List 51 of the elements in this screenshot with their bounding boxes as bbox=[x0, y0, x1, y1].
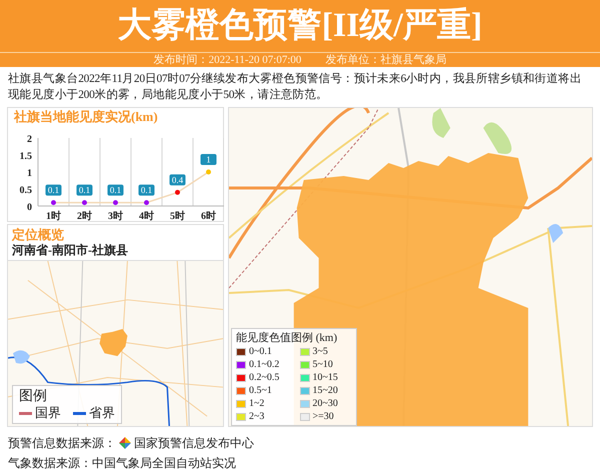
legend-label: 2~3 bbox=[249, 410, 264, 422]
x-tick-label: 1时 bbox=[46, 211, 61, 222]
source-name: 国家预警信息发布中心 bbox=[134, 435, 254, 452]
weather-data-source: 气象数据来源：中国气象局全国自动站实况 bbox=[8, 455, 237, 471]
data-label: 0.4 bbox=[170, 174, 186, 186]
data-point bbox=[175, 190, 180, 195]
data-point bbox=[113, 200, 118, 206]
y-tick-label: 1 bbox=[27, 168, 32, 179]
data-label: 0.1 bbox=[76, 184, 92, 196]
location-title: 定位概览 bbox=[12, 227, 65, 243]
legend-label: 0.5~1 bbox=[249, 384, 272, 396]
legend-label: 0~0.1 bbox=[249, 346, 272, 358]
chart-title: 社旗当地能见度实况(km) bbox=[12, 108, 159, 126]
publisher: 发布单位：社旗县气象局 bbox=[325, 52, 446, 68]
legend-label: 0.2~0.5 bbox=[249, 372, 280, 384]
warning-title: 大雾橙色预警[II级/严重] bbox=[118, 6, 482, 46]
x-tick-label: 3时 bbox=[108, 211, 123, 222]
legend-label: 1~2 bbox=[249, 398, 264, 410]
region-name: 河南省-南阳市-社旗县 bbox=[12, 243, 129, 258]
data-label: 0.1 bbox=[46, 184, 62, 196]
source-label: 预警信息数据来源： bbox=[8, 435, 116, 452]
publish-time: 发布时间：2022-11-20 07:07:00 bbox=[154, 52, 302, 68]
diamond-logo-icon bbox=[119, 437, 131, 449]
x-tick-label: 2时 bbox=[77, 211, 92, 222]
y-tick-label: 2 bbox=[27, 134, 32, 145]
legend-label: 10~15 bbox=[312, 372, 338, 384]
legend-title: 能见度色值图例 (km) bbox=[236, 331, 338, 345]
legend-label: >=30 bbox=[312, 410, 334, 422]
data-point bbox=[82, 200, 87, 206]
legend-label: 5~10 bbox=[312, 358, 333, 370]
warning-description: 社旗县气象台2022年11月20日07时07分继续发布大雾橙色预警信号：预计未来6小时内，我县所辖乡镇和街道将出现能见度小于200米的雾，局地能见度小于50米，请注意防范。 bbox=[7, 71, 583, 103]
legend-title: 图例 bbox=[19, 388, 48, 405]
data-label: 0.1 bbox=[108, 184, 124, 196]
data-label: 0.1 bbox=[138, 184, 154, 196]
legend-label: 3~5 bbox=[312, 346, 328, 358]
y-tick-label: 0.5 bbox=[20, 185, 32, 196]
data-point bbox=[51, 200, 56, 206]
legend-label: 15~20 bbox=[312, 384, 338, 396]
x-tick-label: 4时 bbox=[139, 211, 154, 222]
legend-label: 0.1~0.2 bbox=[249, 358, 280, 370]
x-tick-label: 5时 bbox=[170, 211, 185, 222]
data-point bbox=[206, 170, 211, 174]
data-label: 1 bbox=[206, 154, 211, 164]
legend-label: 20~30 bbox=[312, 398, 338, 410]
data-point bbox=[144, 200, 149, 206]
y-tick-label: 1.5 bbox=[20, 151, 32, 162]
data-label: 1 bbox=[200, 154, 216, 165]
legend-label: 省界 bbox=[89, 405, 115, 421]
y-tick-label: 0 bbox=[27, 202, 32, 213]
x-tick-label: 6时 bbox=[201, 211, 216, 222]
legend-label: 国界 bbox=[35, 405, 61, 421]
